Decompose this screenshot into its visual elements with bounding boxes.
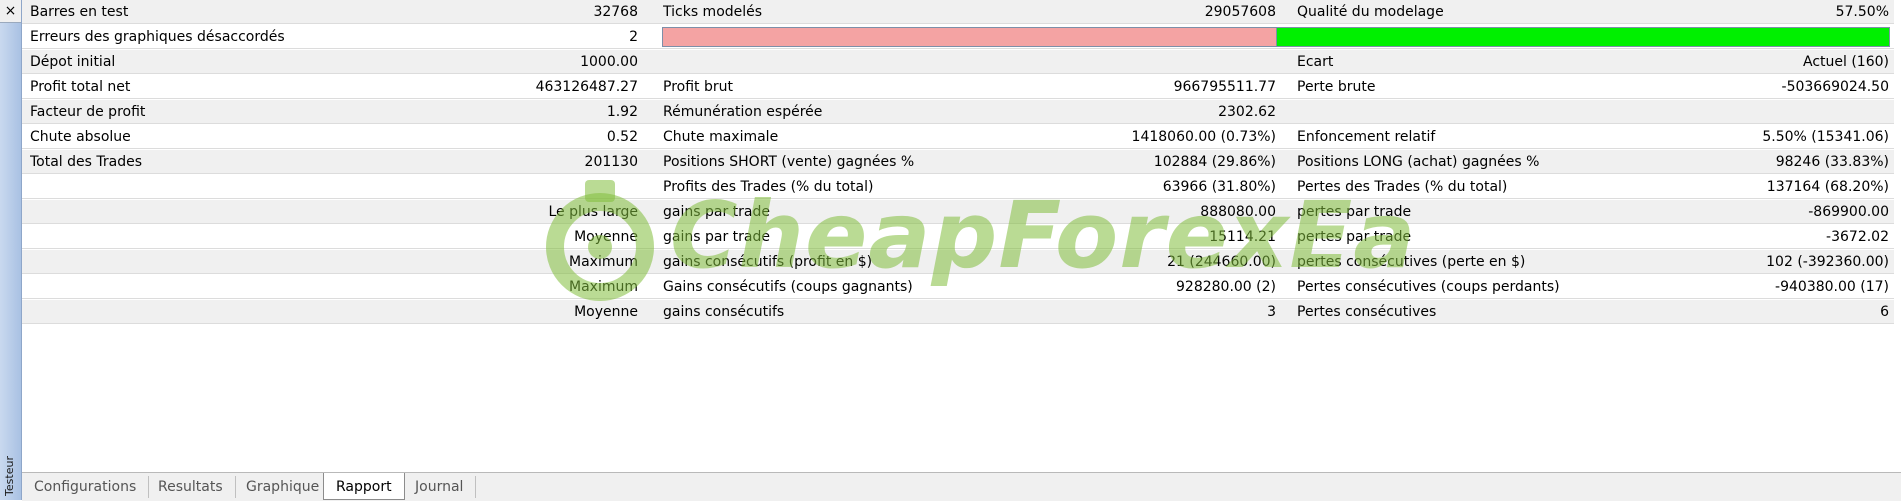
value-col2: 63966 (31.80%)	[1162, 179, 1276, 195]
value-col3: 137164 (68.20%)	[1766, 179, 1889, 195]
value-col3: -869900.00	[1808, 204, 1889, 220]
report-row: Profits des Trades (% du total) 63966 (31…	[22, 175, 1894, 199]
label-col1: Profit total net	[30, 79, 131, 95]
label-col1: Dépot initial	[30, 54, 116, 70]
label-col2: Rémunération espérée	[663, 104, 823, 120]
value-col1: Maximum	[569, 254, 638, 270]
label-col1	[30, 225, 370, 249]
label-col1	[30, 200, 370, 224]
label-col2	[663, 50, 1003, 74]
value-col3: Actuel (160)	[1803, 54, 1889, 70]
label-col1	[30, 175, 370, 199]
value-col3: -3672.02	[1826, 229, 1889, 245]
report-row: Moyenne gains par trade 15114.21 pertes par…	[22, 225, 1894, 249]
tester-sidebar: × Testeur	[0, 0, 22, 500]
value-col2: 3	[1267, 304, 1276, 320]
report-row: Erreurs des graphiques désaccordés 2	[22, 25, 1894, 49]
value-col3: -503669024.50	[1781, 79, 1889, 95]
value-col3: 5.50% (15341.06)	[1762, 129, 1889, 145]
value-col2: 15114.21	[1209, 229, 1276, 245]
label-col1: Barres en test	[30, 4, 129, 20]
value-col1: Maximum	[569, 279, 638, 295]
label-col1: Total des Trades	[30, 154, 143, 170]
report-row: Moyenne gains consécutifs 3 Pertes consécut…	[22, 300, 1894, 324]
value-col2: 888080.00	[1200, 204, 1276, 220]
label-col2: Profit brut	[663, 79, 733, 95]
label-col1	[30, 300, 370, 324]
modeling-errors-bar	[662, 27, 1277, 47]
tab-bar: Configurations Resultats Graphique Rappo…	[22, 472, 1901, 501]
label-col1	[30, 275, 370, 299]
value-col2: 928280.00 (2)	[1176, 279, 1276, 295]
report-row: Le plus large gains par trade 888080.00 per…	[22, 200, 1894, 224]
value-col3: -940380.00 (17)	[1775, 279, 1889, 295]
value-col3: 57.50%	[1835, 4, 1889, 20]
value-col3	[1582, 100, 1889, 124]
report-row: Dépot initial 1000.00 Ecart Actuel (160)	[22, 50, 1894, 74]
report-row: Total des Trades 201130 Positions SHORT (v…	[22, 150, 1894, 174]
value-col2: 21 (244660.00)	[1167, 254, 1276, 270]
tab-rapport[interactable]: Rapport	[323, 473, 405, 500]
value-col2	[1003, 50, 1276, 74]
label-col2: gains par trade	[663, 229, 770, 245]
label-col2: Gains consécutifs (coups gagnants)	[663, 279, 913, 295]
value-col1: Le plus large	[548, 204, 639, 220]
label-col1: Chute absolue	[30, 129, 131, 145]
label-col1	[30, 250, 370, 274]
label-col1: Facteur de profit	[30, 104, 146, 120]
label-col2: Chute maximale	[663, 129, 779, 145]
report-row: Barres en test 32768 Ticks modelés 29057608…	[22, 0, 1894, 24]
value-col3: 102 (-392360.00)	[1766, 254, 1889, 270]
value-col1: 0.52	[606, 129, 638, 145]
label-col2: Ticks modelés	[663, 4, 763, 20]
tab-journal[interactable]: Journal	[403, 476, 477, 498]
report-table: Barres en test 32768 Ticks modelés 29057608…	[22, 0, 1901, 472]
value-col1: 32768	[593, 4, 638, 20]
value-col2: 29057608	[1204, 4, 1276, 20]
value-col1: 201130	[584, 154, 638, 170]
modeling-quality-bar	[1277, 27, 1890, 47]
label-col2: Profits des Trades (% du total)	[663, 179, 874, 195]
sidebar-label: Testeur	[3, 456, 16, 496]
label-col2: gains par trade	[663, 204, 770, 220]
tab-configurations[interactable]: Configurations	[22, 476, 150, 498]
tab-graphique[interactable]: Graphique	[234, 476, 333, 498]
value-col1: 1000.00	[580, 54, 638, 70]
value-col2: 102884 (29.86%)	[1153, 154, 1276, 170]
value-col1: 2	[629, 29, 638, 45]
tab-resultats[interactable]: Resultats	[146, 476, 236, 498]
value-col3: 98246 (33.83%)	[1775, 154, 1889, 170]
value-col1: 1.92	[606, 104, 638, 120]
value-col2: 966795511.77	[1173, 79, 1276, 95]
report-row: Maximum Gains consécutifs (coups gagnants…	[22, 275, 1894, 299]
label-col2: Positions SHORT (vente) gagnées %	[663, 154, 915, 170]
report-row: Profit total net 463126487.27 Profit brut 9…	[22, 75, 1894, 99]
value-col1	[362, 175, 638, 199]
label-col2: gains consécutifs (profit en $)	[663, 254, 873, 270]
label-col2: gains consécutifs	[663, 304, 785, 320]
value-col3: 6	[1880, 304, 1889, 320]
label-col1: Erreurs des graphiques désaccordés	[30, 29, 285, 45]
report-row: Chute absolue 0.52 Chute maximale 1418060.0…	[22, 125, 1894, 149]
close-icon[interactable]: ×	[0, 0, 21, 23]
value-col1: Moyenne	[574, 304, 638, 320]
value-col1: Moyenne	[574, 229, 638, 245]
report-row: Facteur de profit 1.92 Rémunération espéré…	[22, 100, 1894, 124]
value-col1: 463126487.27	[535, 79, 638, 95]
value-col2: 1418060.00 (0.73%)	[1131, 129, 1276, 145]
report-row: Maximum gains consécutifs (profit en $) 21…	[22, 250, 1894, 274]
value-col2: 2302.62	[1218, 104, 1276, 120]
